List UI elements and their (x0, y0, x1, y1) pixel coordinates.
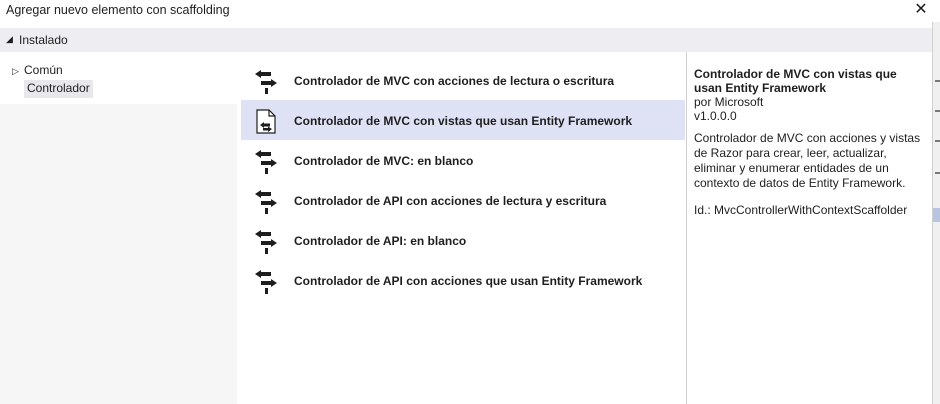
template-item[interactable]: Controlador de MVC con acciones de lectu… (241, 60, 685, 100)
collapse-triangle-icon[interactable]: ◢ (6, 34, 13, 45)
expand-arrow-icon[interactable]: ▷ (12, 66, 24, 77)
template-label: Controlador de MVC con vistas que usan E… (294, 114, 633, 128)
category-tree: ▷ Común Controlador (0, 52, 237, 404)
template-list: Controlador de MVC con acciones de lectu… (241, 52, 685, 404)
details-version: v1.0.0.0 (694, 109, 737, 123)
edge-mark (935, 140, 940, 142)
installed-label: Instalado (19, 33, 68, 47)
details-panel: Controlador de MVC con vistas que usan E… (687, 52, 932, 404)
tree-item-label: Controlador (27, 81, 90, 95)
template-item[interactable]: Controlador de API con acciones de lectu… (241, 180, 685, 220)
close-icon[interactable]: ✕ (912, 1, 930, 19)
details-id: Id.: MvcControllerWithContextScaffolder (694, 203, 908, 217)
controller-icon (255, 230, 277, 254)
tree-item-controlador[interactable]: Controlador (24, 80, 93, 98)
title-bar: Agregar nuevo elemento con scaffolding ✕ (0, 0, 940, 22)
template-label: Controlador de API: en blanco (294, 234, 467, 248)
template-label: Controlador de MVC: en blanco (294, 154, 474, 168)
controller-icon (255, 70, 277, 94)
edge-mark (933, 208, 940, 222)
edge-mark (935, 80, 940, 82)
template-label: Controlador de API con acciones de lectu… (294, 194, 607, 208)
template-item-selected[interactable]: Controlador de MVC con vistas que usan E… (241, 100, 685, 140)
template-label: Controlador de API con acciones que usan… (294, 274, 643, 288)
edge-mark (935, 172, 940, 174)
background-window-edge (932, 22, 940, 404)
details-title: Controlador de MVC con vistas que usan E… (694, 67, 897, 95)
template-label: Controlador de MVC con acciones de lectu… (294, 74, 615, 88)
controller-views-icon (256, 109, 276, 134)
details-description: Controlador de MVC con acciones y vistas… (694, 131, 921, 190)
installed-header[interactable]: ◢ Instalado (0, 28, 932, 52)
template-item[interactable]: Controlador de API con acciones que usan… (241, 260, 685, 300)
controller-icon (255, 150, 277, 174)
controller-icon (255, 270, 277, 294)
window-title: Agregar nuevo elemento con scaffolding (6, 3, 230, 17)
controller-icon (255, 190, 277, 214)
template-item[interactable]: Controlador de MVC: en blanco (241, 140, 685, 180)
template-item[interactable]: Controlador de API: en blanco (241, 220, 685, 260)
edge-mark (935, 110, 940, 112)
tree-item-comun[interactable]: ▷ Común (12, 63, 63, 81)
details-author: por Microsoft (694, 95, 764, 109)
tree-item-label: Común (24, 63, 63, 77)
